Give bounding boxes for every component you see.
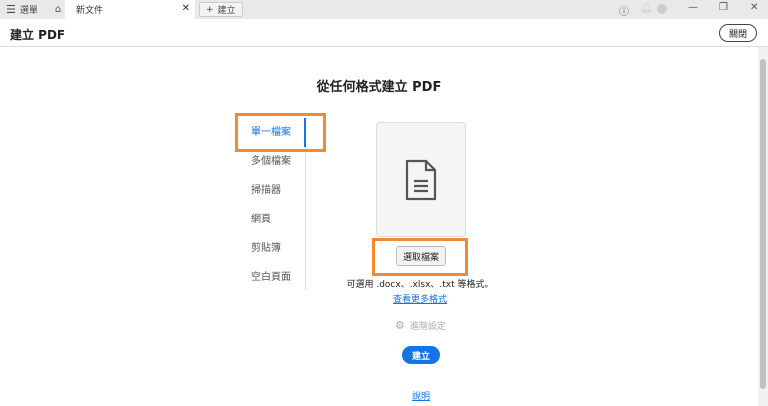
source-web-page[interactable]: 網頁	[240, 205, 305, 234]
home-icon: ⌂	[54, 4, 62, 15]
source-clipboard[interactable]: 剪貼簿	[240, 234, 305, 263]
home-button[interactable]: ⌂	[50, 2, 66, 17]
help-icon[interactable]: ⓘ	[619, 3, 629, 18]
minimize-icon[interactable]: —	[688, 2, 698, 13]
toolbar: 建立 PDF 關閉	[0, 19, 768, 47]
close-tab-icon[interactable]: ✕	[182, 3, 190, 14]
heading: 從任何格式建立 PDF	[316, 80, 442, 95]
document-icon	[405, 159, 437, 200]
more-formats-link[interactable]: 查看更多格式	[0, 292, 768, 305]
scrollbar[interactable]	[758, 47, 768, 406]
file-drop-area[interactable]	[376, 122, 466, 237]
create-button[interactable]: 建立	[402, 346, 440, 364]
highlight-box	[372, 238, 468, 276]
bell-icon[interactable]: 🔔︎	[640, 3, 653, 14]
plus-icon: +	[206, 4, 214, 15]
close-button[interactable]: 關閉	[719, 24, 757, 42]
highlight-box	[235, 113, 326, 152]
close-window-icon[interactable]: ✕	[750, 2, 758, 13]
hamburger-icon: ☰	[6, 3, 16, 16]
title-bar: ☰ 選單 ⌂ 新文件 ✕ + 建立 ⓘ 🔔︎ — ❐ ✕	[0, 0, 768, 19]
restore-icon[interactable]: ❐	[719, 2, 728, 13]
source-scanner[interactable]: 掃描器	[240, 176, 305, 205]
scrollbar-thumb[interactable]	[760, 59, 766, 389]
gear-icon: ⚙	[395, 319, 405, 332]
new-tab-button[interactable]: + 建立	[199, 2, 243, 17]
formats-text: 可選用 .docx、.xlsx、.txt 等格式。	[346, 280, 494, 290]
tab-new-document[interactable]: 新文件 ✕	[65, 0, 195, 19]
menu-button[interactable]: ☰ 選單	[6, 3, 38, 16]
advanced-settings[interactable]: ⚙ 進階設定	[395, 319, 446, 332]
avatar[interactable]	[657, 4, 667, 14]
help-link[interactable]: 說明	[412, 389, 430, 402]
page-title: 建立 PDF	[10, 28, 66, 42]
